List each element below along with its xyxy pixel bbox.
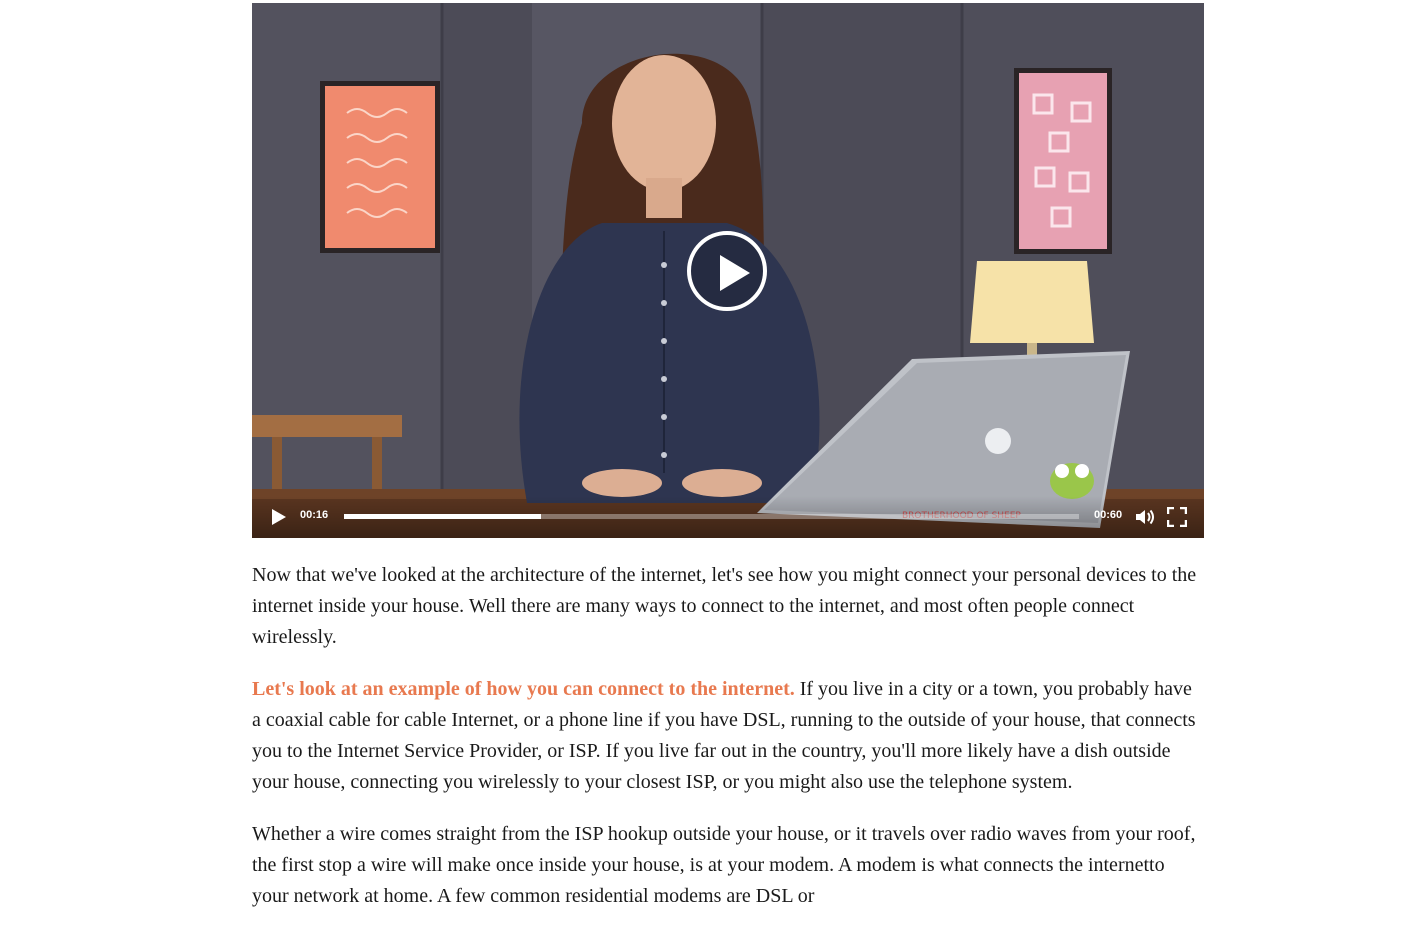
- article-body: Now that we've looked at the architectur…: [252, 560, 1204, 933]
- current-time: 00:16: [300, 509, 329, 521]
- progress-fill: [344, 514, 541, 519]
- big-play-button[interactable]: [687, 231, 767, 311]
- paragraph: Now that we've looked at the architectur…: [252, 564, 1197, 648]
- video-player[interactable]: BROTHERHOOD OF SHEEP 00:16 00:60: [252, 3, 1204, 538]
- paragraph: Whether a wire comes straight from the I…: [252, 823, 1196, 907]
- highlighted-sentence: Let's look at an example of how you can …: [252, 678, 795, 700]
- paragraph: Let's look at an example of how you can …: [252, 674, 1204, 798]
- play-icon[interactable]: [270, 508, 288, 526]
- duration: 00:60: [1094, 509, 1123, 521]
- player-controls: 00:16 00:60: [252, 496, 1204, 538]
- volume-icon[interactable]: [1134, 507, 1156, 527]
- fullscreen-icon[interactable]: [1167, 507, 1187, 527]
- progress-bar[interactable]: [344, 514, 1079, 519]
